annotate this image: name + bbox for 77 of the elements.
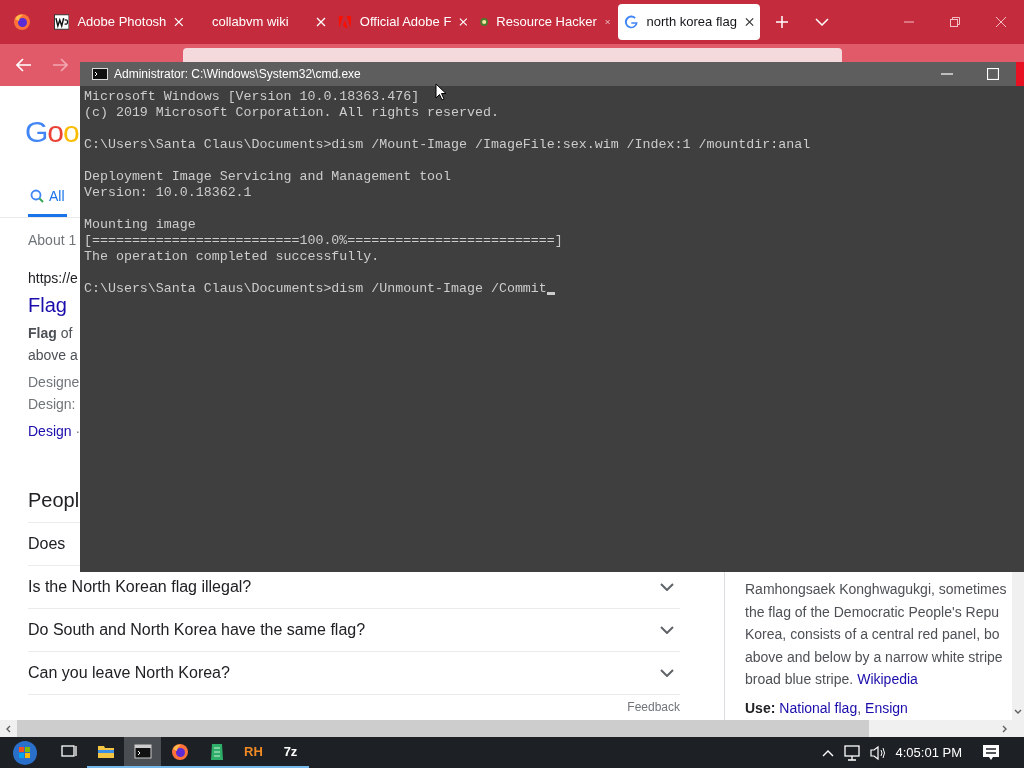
clock[interactable]: 4:05:01 PM	[895, 742, 962, 763]
result-url[interactable]: https://e	[28, 268, 78, 288]
snippet-line: above a	[28, 346, 78, 365]
window-title: Administrator: C:\Windows\System32\cmd.exe	[114, 66, 361, 83]
chevron-down-icon	[660, 669, 674, 677]
feedback-link[interactable]: Feedback	[627, 699, 680, 715]
section-heading: Peopl	[28, 488, 80, 513]
browser-tab[interactable]: collabvm wiki	[190, 0, 332, 44]
google-icon	[624, 14, 639, 30]
question-text[interactable]: Is the North Korean flag illegal?	[28, 575, 252, 599]
start-orb-icon[interactable]	[11, 738, 39, 767]
console-line: [==========================100.0%==========================]	[84, 233, 563, 249]
description-line: the flag of the Democratic People's Repu	[745, 602, 1000, 622]
console-icon	[92, 68, 108, 80]
description-line: Korea, consists of a central red panel, bo	[745, 625, 1000, 644]
source-link[interactable]: Wikipedia	[857, 668, 918, 691]
use-label: Use:	[745, 698, 776, 718]
design-text: Design:	[28, 395, 76, 414]
back-arrow-icon[interactable]	[16, 58, 32, 72]
volume-icon[interactable]	[869, 744, 888, 761]
tab-title: Adobe Photosh	[77, 13, 167, 32]
firefox-icon[interactable]	[13, 13, 31, 31]
scrollbar-thumb[interactable]	[17, 720, 869, 737]
chevron-down-icon	[660, 583, 674, 591]
search-icon	[30, 189, 44, 203]
console-line: Mounting image	[84, 217, 196, 233]
chevron-up-icon[interactable]	[821, 748, 834, 757]
sitelink[interactable]: Design	[28, 420, 72, 442]
console-line: (c) 2019 Microsoft Corporation. All rights reserved.	[84, 105, 499, 121]
tab-title: Official Adobe F	[359, 13, 452, 32]
restore-icon[interactable]	[950, 17, 960, 27]
maximize-icon[interactable]	[987, 68, 999, 80]
tab-title: north korea flag	[646, 13, 737, 32]
scroll-right-icon[interactable]	[1001, 724, 1007, 733]
close-icon[interactable]	[744, 17, 754, 27]
browser-tab[interactable]: Resource Hacker	[474, 0, 616, 44]
adobe-icon	[338, 14, 352, 30]
console-line: C:\Users\Santa Claus\Documents>dism /Unmount-Image /Commit	[84, 281, 547, 297]
scroll-left-icon[interactable]	[6, 724, 11, 733]
separator-dot: ·	[75, 422, 81, 441]
console-line: Microsoft Windows [Version 10.0.18363.476]	[84, 89, 420, 105]
firefox-icon	[170, 742, 189, 761]
console-icon	[133, 742, 152, 761]
console-line: Deployment Image Servicing and Management tool	[84, 169, 452, 185]
description-line: broad blue stripe.	[745, 670, 854, 689]
description-line: above and below by a narrow white stripe	[745, 647, 1003, 667]
fact-label: Designe	[28, 373, 80, 392]
tab-title: Resource Hacker	[496, 13, 597, 32]
console-line: The operation completed successfully.	[84, 249, 380, 265]
mouse-pointer-icon	[435, 83, 447, 101]
network-icon[interactable]	[843, 744, 862, 761]
question-text[interactable]: Can you leave North Korea?	[28, 661, 230, 685]
console-line: C:\Users\Santa Claus\Documents>dism /Mount-Image /ImageFile:sex.wim /Index:1 /mountdir:anal	[84, 137, 811, 153]
question-text[interactable]: Does	[28, 532, 66, 556]
taskbar-app[interactable]: RH	[235, 737, 272, 768]
comma-separator: ,	[857, 698, 862, 718]
browser-tab[interactable]: Official Adobe F	[332, 0, 474, 44]
tab-title: collabvm wiki	[212, 13, 290, 32]
google-logo[interactable]: Goo	[25, 114, 79, 150]
question-text[interactable]: Do South and North Korea have the same flag?	[28, 618, 366, 642]
chevron-down-icon	[660, 626, 674, 634]
snippet-line: Flag of	[28, 324, 73, 343]
taskbar-app[interactable]	[124, 737, 161, 768]
browser-tab[interactable]: Adobe Photosh	[48, 0, 190, 44]
browser-tab[interactable]: north korea flag	[618, 4, 760, 40]
page-icon	[54, 14, 70, 30]
search-tab[interactable]: All	[28, 178, 67, 217]
console-line: Version: 10.0.18362.1	[84, 185, 252, 201]
chevron-down-icon[interactable]	[815, 18, 829, 26]
scroll-down-icon[interactable]	[1014, 709, 1022, 714]
result-stats: About 1	[28, 231, 77, 250]
taskbar-app[interactable]: 7z	[272, 737, 309, 768]
description-line: Ramhongsaek Konghwagukgi, sometimes	[745, 580, 1007, 599]
use-link[interactable]: Ensign	[865, 696, 908, 719]
result-title-link[interactable]: Flag	[28, 292, 67, 318]
notification-icon[interactable]	[982, 743, 1000, 762]
plus-icon[interactable]	[775, 15, 789, 29]
